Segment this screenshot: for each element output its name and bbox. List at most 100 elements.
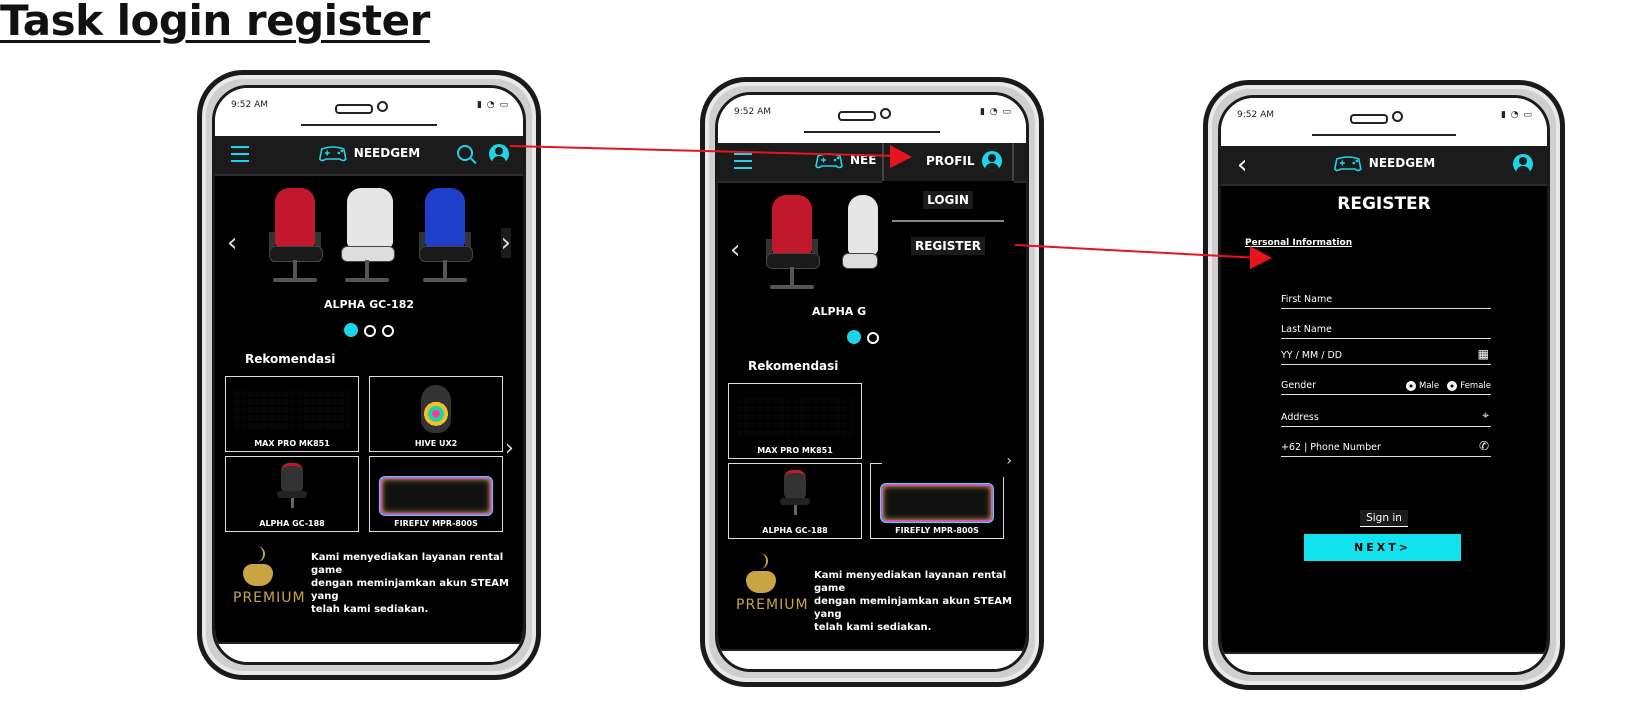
product-card[interactable]: MAX PRO MK851 bbox=[225, 376, 359, 452]
product-card[interactable]: FIREFLY MPR-800S bbox=[369, 456, 503, 532]
first-name-label: First Name bbox=[1281, 294, 1333, 305]
home-screen: NEEDGEM ‹ › ALPHA GC-182 Rekomendasi MAX… bbox=[215, 136, 523, 644]
phone-icon: ✆ bbox=[1478, 439, 1489, 453]
phone-field[interactable]: +62 | Phone Number ✆ bbox=[1281, 436, 1491, 457]
speaker bbox=[838, 111, 876, 121]
mousepad-image bbox=[881, 484, 993, 522]
brand-name: NEEDGEM bbox=[1368, 156, 1436, 170]
gold-controller-icon bbox=[243, 564, 273, 586]
camera bbox=[880, 108, 891, 119]
home-bar bbox=[718, 649, 1026, 669]
home-bar bbox=[215, 642, 523, 662]
chevron-left-icon[interactable]: ‹ bbox=[227, 228, 237, 258]
gender-options: Male Female bbox=[1406, 380, 1491, 391]
product-name: ALPHA GC-188 bbox=[259, 519, 325, 528]
chair-red bbox=[762, 195, 822, 305]
product-name: MAX PRO MK851 bbox=[254, 439, 330, 448]
chevron-right-icon[interactable]: › bbox=[500, 228, 511, 258]
premium-description: Kami menyediakan layanan rental game den… bbox=[311, 551, 523, 616]
premium-desc-line: telah kami sediakan. bbox=[814, 622, 932, 633]
premium-logo: PREMIUM bbox=[233, 546, 313, 610]
personal-info-label: Personal Information bbox=[1245, 238, 1353, 248]
last-name-field[interactable]: Last Name bbox=[1281, 318, 1491, 339]
product-card[interactable]: MAX PRO MK851 bbox=[728, 383, 862, 459]
chair-white bbox=[838, 195, 878, 305]
speaker bbox=[335, 104, 373, 114]
banner-caption: ALPHA G bbox=[812, 305, 867, 318]
camera bbox=[377, 101, 388, 112]
calendar-icon[interactable]: ▦ bbox=[1478, 347, 1489, 361]
chair-image bbox=[277, 463, 307, 508]
brand[interactable]: NEE bbox=[814, 150, 876, 170]
banner-caption: ALPHA GC-182 bbox=[323, 298, 414, 311]
menu-icon[interactable] bbox=[734, 153, 752, 169]
brand[interactable]: NEEDGEM bbox=[1333, 153, 1435, 173]
carousel-dots[interactable] bbox=[844, 329, 882, 348]
menu-divider bbox=[892, 220, 1004, 222]
user-icon[interactable] bbox=[489, 144, 509, 164]
status-bar: 9:52 AM ▮ ◔ ▭ bbox=[718, 95, 1026, 143]
status-time: 9:52 AM bbox=[1237, 110, 1274, 120]
chevron-right-icon[interactable]: › bbox=[505, 436, 514, 461]
last-name-label: Last Name bbox=[1281, 324, 1332, 335]
status-time: 9:52 AM bbox=[734, 107, 771, 117]
product-name: FIREFLY MPR-800S bbox=[394, 519, 478, 528]
gender-field: Gender Male Female bbox=[1281, 374, 1491, 395]
register-label: REGISTER bbox=[910, 237, 986, 255]
home-bar bbox=[1221, 652, 1547, 672]
back-icon[interactable]: ‹ bbox=[1237, 150, 1247, 180]
address-field[interactable]: Address ⌖ bbox=[1281, 406, 1491, 427]
menu-screen: NEE ‹ ALPHA G Rekomendasi MAX PRO MK851 … bbox=[718, 143, 1026, 651]
premium-label: PREMIUM bbox=[233, 590, 306, 606]
chevron-right-icon[interactable]: › bbox=[1006, 453, 1012, 469]
location-pin-icon: ⌖ bbox=[1482, 408, 1489, 422]
notch-line bbox=[1312, 134, 1456, 136]
user-icon[interactable] bbox=[982, 151, 1002, 171]
gender-male-radio[interactable]: Male bbox=[1406, 380, 1439, 391]
premium-desc-line: telah kami sediakan. bbox=[311, 604, 429, 615]
product-name: ALPHA GC-188 bbox=[762, 526, 828, 535]
search-icon[interactable] bbox=[457, 145, 473, 161]
premium-description: Kami menyediakan layanan rental game den… bbox=[814, 569, 1026, 634]
gender-female-radio[interactable]: Female bbox=[1447, 380, 1491, 391]
phone-home-body: 9:52 AM ▮ ◔ ▭ NEEDGEM ‹ › ALPHA GC-182 R… bbox=[212, 85, 526, 665]
product-card[interactable]: ALPHA GC-188 bbox=[728, 463, 862, 539]
brand[interactable]: NEEDGEM bbox=[318, 143, 420, 163]
controller-logo-icon bbox=[318, 146, 347, 162]
next-button[interactable]: NEXT> bbox=[1304, 534, 1461, 561]
signal-wifi-battery-icon: ▮ ◔ ▭ bbox=[979, 107, 1012, 117]
user-icon[interactable] bbox=[1513, 154, 1533, 174]
login-menu-item[interactable]: LOGIN bbox=[882, 191, 1014, 209]
profil-label: PROFIL bbox=[926, 154, 975, 168]
mousepad-image bbox=[380, 477, 492, 515]
steam-icon bbox=[756, 553, 768, 569]
menu-icon[interactable] bbox=[231, 146, 249, 162]
sign-in-link[interactable]: Sign in bbox=[1221, 506, 1547, 527]
controller-logo-icon bbox=[815, 153, 843, 169]
brand-name: NEEDGEM bbox=[353, 146, 421, 160]
register-menu-item[interactable]: REGISTER bbox=[882, 237, 1014, 255]
premium-desc-line: dengan meminjamkan akun STEAM yang bbox=[814, 596, 1012, 620]
premium-logo: PREMIUM bbox=[736, 553, 816, 617]
premium-desc-line: dengan meminjamkan akun STEAM yang bbox=[311, 578, 509, 602]
first-name-field[interactable]: First Name bbox=[1281, 288, 1491, 309]
status-bar: 9:52 AM ▮ ◔ ▭ bbox=[1221, 98, 1547, 146]
carousel-dots[interactable] bbox=[215, 322, 523, 341]
app-bar: ‹ NEEDGEM bbox=[1221, 146, 1547, 186]
recommend-title: Rekomendasi bbox=[748, 359, 839, 373]
phone-register: 9:52 AM ▮ ◔ ▭ ‹ NEEDGEM REGISTER Persona… bbox=[1203, 80, 1565, 690]
keyboard-image bbox=[737, 396, 853, 436]
product-card[interactable]: ALPHA GC-188 bbox=[225, 456, 359, 532]
dob-field[interactable]: YY / MM / DD ▦ bbox=[1281, 344, 1491, 365]
login-label: LOGIN bbox=[923, 191, 973, 209]
product-name: HIVE UX2 bbox=[414, 439, 458, 448]
phone-register-body: 9:52 AM ▮ ◔ ▭ ‹ NEEDGEM REGISTER Persona… bbox=[1218, 95, 1550, 675]
controller-logo-icon bbox=[1333, 156, 1362, 172]
phone-menu-body: 9:52 AM ▮ ◔ ▭ NEE ‹ ALPHA G Rekomendasi … bbox=[715, 92, 1029, 672]
chevron-left-icon[interactable]: ‹ bbox=[730, 235, 740, 265]
brand-name: NEE bbox=[850, 153, 877, 167]
camera bbox=[1392, 111, 1403, 122]
gender-female-label: Female bbox=[1460, 381, 1491, 391]
premium-label: PREMIUM bbox=[736, 597, 809, 613]
product-card[interactable]: HIVE UX2 bbox=[369, 376, 503, 452]
